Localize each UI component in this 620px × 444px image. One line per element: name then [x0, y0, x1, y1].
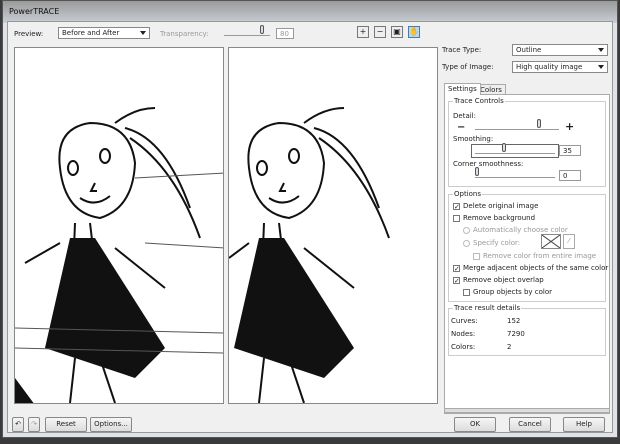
original-drawing — [15, 107, 223, 403]
merge-checkbox[interactable]: ✓ — [453, 265, 460, 273]
tab-settings[interactable]: Settings — [444, 83, 481, 95]
smoothing-slider[interactable] — [475, 143, 555, 154]
progress-bar — [444, 408, 610, 413]
smoothing-label: Smoothing: — [453, 135, 494, 143]
options-button[interactable]: Options... — [90, 417, 132, 432]
trace-type-select[interactable]: Outline — [512, 44, 608, 56]
corner-smoothness-label: Corner smoothness: — [453, 160, 524, 168]
specify-color-label: Specify color: — [473, 239, 521, 247]
reset-button[interactable]: Reset — [45, 417, 87, 432]
undo-icon[interactable]: ↶ — [12, 417, 24, 432]
plus-icon[interactable]: + — [565, 120, 574, 133]
before-preview[interactable] — [14, 47, 224, 404]
curves-label: Curves: — [451, 317, 478, 325]
corner-smoothness-value[interactable]: 0 — [559, 170, 581, 181]
traced-drawing — [229, 107, 390, 403]
group-by-color-label: Group objects by color — [473, 288, 553, 296]
delete-original-label: Delete original image — [463, 202, 539, 210]
transparency-slider[interactable] — [224, 25, 270, 36]
smoothing-value[interactable]: 35 — [559, 145, 581, 156]
transparency-label: Transparency: — [160, 30, 209, 38]
powertrace-dialog: PowerTRACE Preview: Before and After Tra… — [2, 0, 618, 438]
cancel-button[interactable]: Cancel — [509, 417, 551, 432]
trace-results-title: Trace result details — [453, 304, 522, 312]
trace-type-value: Outline — [516, 46, 542, 54]
fit-icon[interactable]: ▣ — [391, 26, 403, 38]
chevron-down-icon — [140, 31, 146, 35]
preview-select[interactable]: Before and After — [58, 27, 150, 39]
window-title: PowerTRACE — [9, 7, 60, 16]
after-preview[interactable] — [228, 47, 438, 404]
minus-icon[interactable]: − — [457, 122, 465, 133]
detail-label: Detail: — [453, 112, 476, 120]
remove-background-label: Remove background — [463, 214, 536, 222]
redo-icon[interactable]: ↷ — [28, 417, 40, 432]
trace-results-group: Trace result details Curves: 152 Nodes: … — [448, 304, 606, 356]
help-button[interactable]: Help — [563, 417, 605, 432]
trace-controls-title: Trace Controls — [453, 97, 505, 105]
eyedropper-icon[interactable]: ⁄ — [563, 234, 575, 249]
colors-label: Colors: — [451, 343, 476, 351]
options-group: Options ✓ Delete original image Remove b… — [448, 190, 609, 302]
transparency-value[interactable]: 80 — [276, 28, 294, 39]
trace-controls-group: Trace Controls Detail: − + Smoothing: 35… — [448, 97, 606, 187]
overlap-checkbox[interactable]: ✓ — [453, 277, 460, 285]
nodes-value: 7290 — [507, 330, 525, 338]
chevron-down-icon — [598, 65, 604, 69]
image-type-select[interactable]: High quality image — [512, 61, 608, 73]
chevron-down-icon — [598, 48, 604, 52]
dialog-body: Preview: Before and After Transparency: … — [7, 21, 613, 433]
overlap-label: Remove object overlap — [463, 276, 544, 284]
preview-label: Preview: — [14, 30, 44, 38]
zoom-in-icon[interactable]: + — [357, 26, 369, 38]
delete-original-checkbox[interactable]: ✓ — [453, 203, 460, 211]
auto-color-label: Automatically choose color — [473, 226, 568, 234]
remove-entire-checkbox[interactable] — [473, 253, 480, 260]
remove-background-checkbox[interactable] — [453, 215, 460, 222]
ok-button[interactable]: OK — [454, 417, 496, 432]
pan-hand-icon[interactable]: ✋ — [408, 26, 420, 38]
color-swatch-none[interactable] — [541, 234, 561, 249]
image-type-label: Type of Image: — [442, 63, 494, 71]
detail-slider[interactable] — [475, 119, 559, 130]
auto-color-radio[interactable] — [463, 227, 470, 234]
trace-type-label: Trace Type: — [442, 46, 482, 54]
settings-panel: Trace Controls Detail: − + Smoothing: 35… — [444, 94, 610, 414]
curves-value: 152 — [507, 317, 521, 325]
colors-value: 2 — [507, 343, 512, 351]
preview-value: Before and After — [62, 29, 120, 37]
remove-entire-label: Remove color from entire image — [483, 252, 597, 260]
merge-label: Merge adjacent objects of the same color — [463, 264, 609, 272]
nodes-label: Nodes: — [451, 330, 476, 338]
options-title: Options — [453, 190, 483, 198]
corner-smoothness-slider[interactable] — [475, 167, 555, 178]
specify-color-radio[interactable] — [463, 240, 470, 247]
image-type-value: High quality image — [516, 63, 583, 71]
zoom-out-icon[interactable]: − — [374, 26, 386, 38]
group-by-color-checkbox[interactable] — [463, 289, 470, 296]
